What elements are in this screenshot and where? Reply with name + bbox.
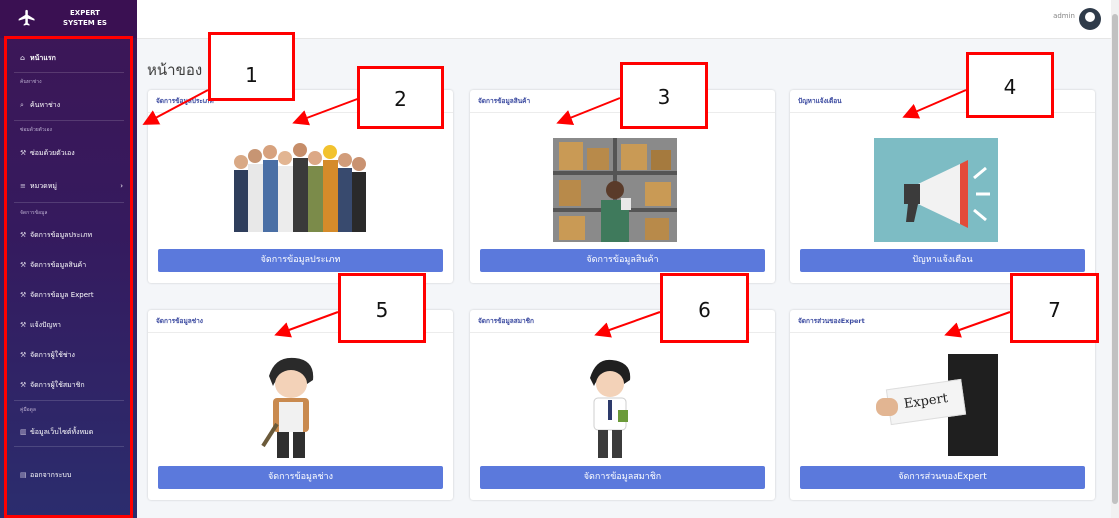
callout-5: 5 bbox=[338, 273, 426, 343]
callout-6: 6 bbox=[660, 273, 749, 343]
card-title: จัดการส่วนของExpert bbox=[798, 317, 865, 325]
expert-card-image: Expert bbox=[874, 354, 998, 456]
card-title: จัดการข้อมูลประเภท bbox=[156, 97, 214, 105]
airplane-icon bbox=[18, 9, 35, 26]
avatar[interactable] bbox=[1079, 8, 1101, 30]
card-problem-alerts: ปัญหาแจ้งเตือน ปัญหาแจ้งเตือน bbox=[790, 90, 1095, 283]
manage-members-button[interactable]: จัดการข้อมูลสมาชิก bbox=[480, 466, 765, 489]
callout-2: 2 bbox=[357, 66, 444, 129]
manage-products-button[interactable]: จัดการข้อมูลสินค้า bbox=[480, 249, 765, 272]
scrollbar-thumb[interactable] bbox=[1112, 14, 1118, 504]
hand bbox=[876, 398, 898, 416]
manage-expert-section-button[interactable]: จัดการส่วนของExpert bbox=[800, 466, 1085, 489]
card-title: จัดการข้อมูลสมาชิก bbox=[478, 317, 534, 325]
workers-image bbox=[230, 140, 370, 232]
card-title: จัดการข้อมูลช่าง bbox=[156, 317, 203, 325]
user-name[interactable]: admin bbox=[1053, 12, 1075, 20]
callout-3: 3 bbox=[620, 62, 708, 129]
callout-4: 4 bbox=[966, 52, 1054, 118]
callout-1: 1 bbox=[208, 32, 295, 101]
brand-text: EXPERT SYSTEM ES bbox=[63, 9, 107, 27]
card-title: ปัญหาแจ้งเตือน bbox=[798, 97, 842, 105]
scrollbar[interactable] bbox=[1111, 0, 1119, 518]
megaphone-icon bbox=[874, 138, 998, 242]
technician-character-image bbox=[261, 357, 314, 458]
member-character-image bbox=[590, 359, 631, 458]
brand-logo[interactable]: EXPERT SYSTEM ES bbox=[0, 0, 137, 38]
page-title: หน้าของ bbox=[147, 61, 203, 79]
warehouse-image bbox=[553, 138, 677, 242]
manage-technicians-button[interactable]: จัดการข้อมูลช่าง bbox=[158, 466, 443, 489]
manage-types-button[interactable]: จัดการข้อมูลประเภท bbox=[158, 249, 443, 272]
callout-7: 7 bbox=[1010, 273, 1099, 343]
sidebar-highlight bbox=[4, 36, 133, 518]
card-title: จัดการข้อมูลสินค้า bbox=[478, 97, 531, 105]
problem-alerts-button[interactable]: ปัญหาแจ้งเตือน bbox=[800, 249, 1085, 272]
